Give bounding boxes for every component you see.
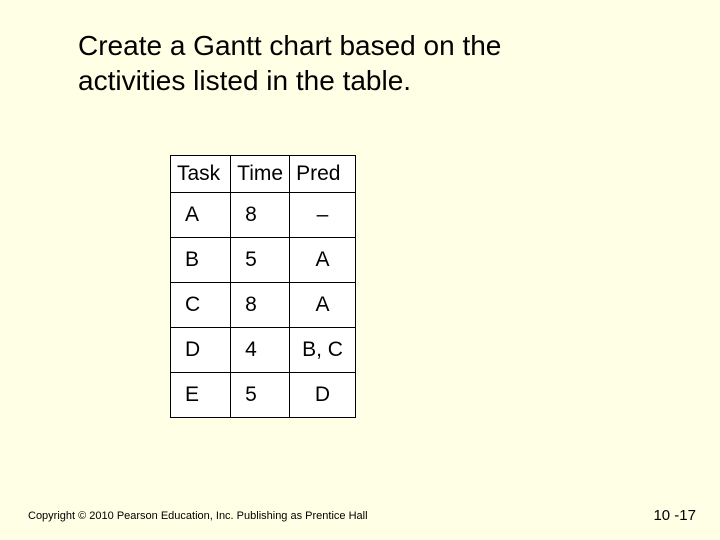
cell-task: D bbox=[171, 328, 231, 373]
slide-number: 10 -17 bbox=[653, 507, 696, 524]
cell-time: 5 bbox=[231, 373, 290, 418]
slide-title: Create a Gantt chart based on the activi… bbox=[78, 28, 598, 98]
cell-pred: A bbox=[290, 283, 356, 328]
table-row: B 5 A bbox=[171, 238, 356, 283]
cell-task: B bbox=[171, 238, 231, 283]
col-header-pred: Pred bbox=[290, 156, 356, 193]
cell-task: C bbox=[171, 283, 231, 328]
table-row: C 8 A bbox=[171, 283, 356, 328]
cell-pred: A bbox=[290, 238, 356, 283]
col-header-time: Time bbox=[231, 156, 290, 193]
cell-task: A bbox=[171, 193, 231, 238]
copyright-text: Copyright © 2010 Pearson Education, Inc.… bbox=[28, 510, 368, 522]
cell-time: 8 bbox=[231, 193, 290, 238]
table-row: A 8 – bbox=[171, 193, 356, 238]
activities-table: Task Time Pred A 8 – B 5 A C 8 A D 4 B, … bbox=[170, 155, 356, 418]
cell-time: 5 bbox=[231, 238, 290, 283]
cell-time: 8 bbox=[231, 283, 290, 328]
cell-pred: D bbox=[290, 373, 356, 418]
cell-pred: B, C bbox=[290, 328, 356, 373]
cell-pred: – bbox=[290, 193, 356, 238]
cell-task: E bbox=[171, 373, 231, 418]
cell-time: 4 bbox=[231, 328, 290, 373]
table-header-row: Task Time Pred bbox=[171, 156, 356, 193]
table-row: D 4 B, C bbox=[171, 328, 356, 373]
table-row: E 5 D bbox=[171, 373, 356, 418]
col-header-task: Task bbox=[171, 156, 231, 193]
